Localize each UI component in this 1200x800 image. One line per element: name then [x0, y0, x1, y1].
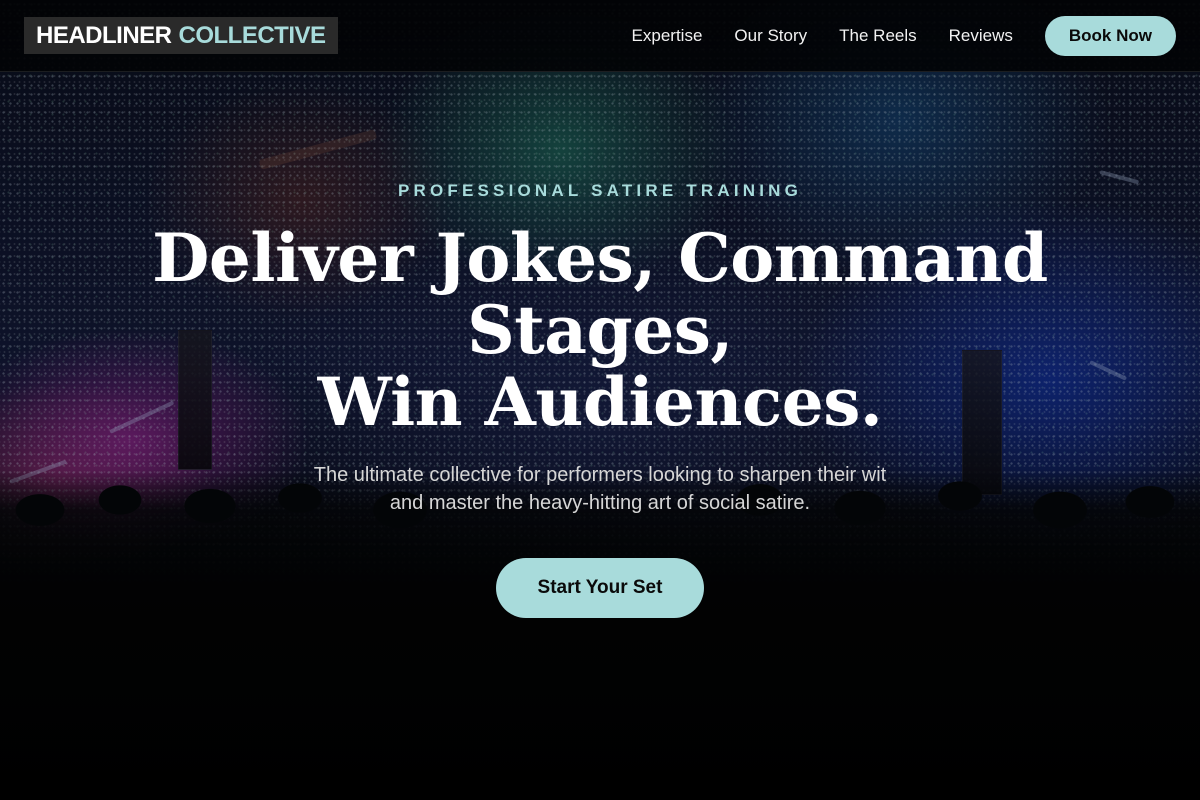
nav-links: Expertise Our Story The Reels Reviews — [632, 26, 1013, 46]
hero-section: HEADLINER COLLECTIVE Expertise Our Story… — [0, 0, 1200, 800]
logo-text-accent: COLLECTIVE — [178, 21, 327, 49]
logo-text-primary: HEADLINER — [36, 21, 172, 49]
top-navigation: HEADLINER COLLECTIVE Expertise Our Story… — [0, 0, 1200, 72]
hero-headline: Deliver Jokes, Command Stages, Win Audie… — [100, 222, 1100, 438]
nav-link-the-reels[interactable]: The Reels — [839, 26, 916, 46]
subtext-line: The ultimate collective for performers l… — [313, 464, 887, 486]
headline-line: Win Audiences. — [317, 363, 883, 441]
start-your-set-button[interactable]: Start Your Set — [496, 558, 704, 618]
subtext-line: and master the heavy-hitting art of soci… — [389, 492, 811, 514]
nav-link-reviews[interactable]: Reviews — [949, 26, 1013, 46]
nav-link-expertise[interactable]: Expertise — [632, 26, 703, 46]
hero-eyebrow: PROFESSIONAL SATIRE TRAINING — [397, 181, 803, 200]
headline-line: Stages, — [467, 291, 733, 369]
brand-logo[interactable]: HEADLINER COLLECTIVE — [24, 17, 338, 54]
nav-link-our-story[interactable]: Our Story — [734, 26, 807, 46]
book-now-button[interactable]: Book Now — [1044, 15, 1176, 56]
headline-line: Deliver Jokes, Command — [152, 219, 1048, 297]
hero-subtext: The ultimate collective for performers l… — [250, 461, 950, 517]
